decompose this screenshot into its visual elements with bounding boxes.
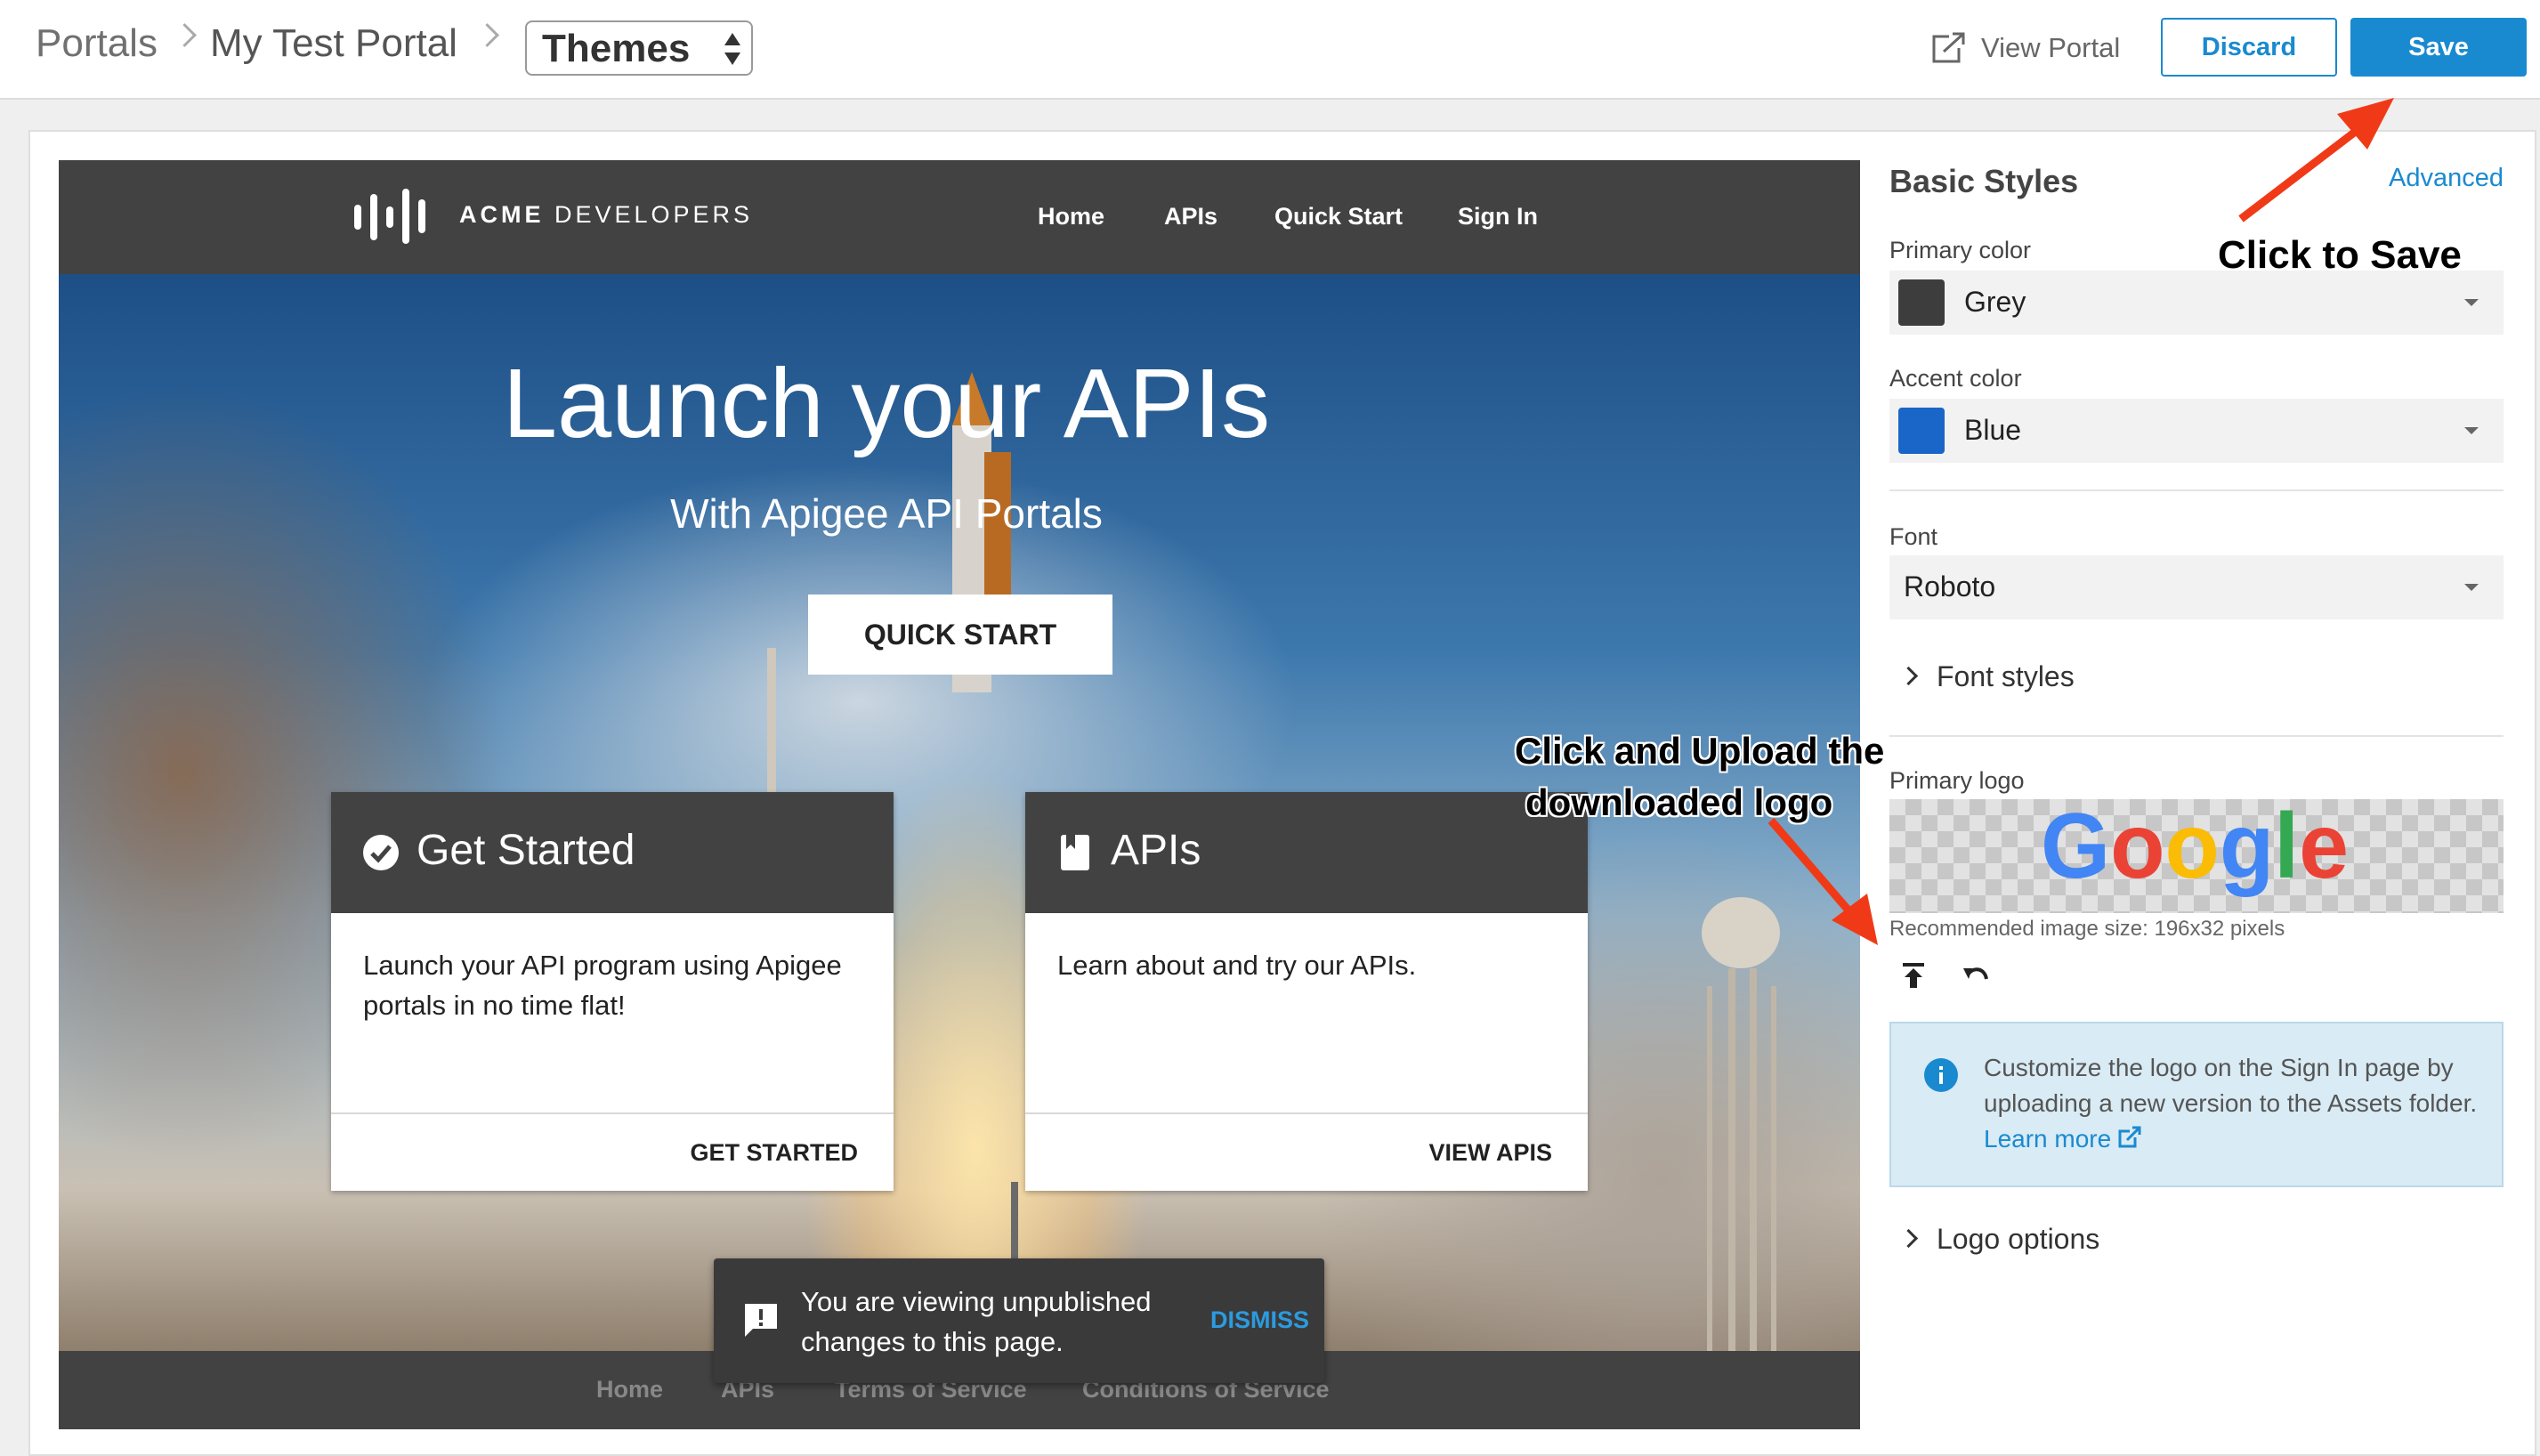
recommended-size-hint: Recommended image size: 196x32 pixels	[1889, 917, 2285, 941]
primary-color-value: Grey	[1964, 286, 2026, 318]
site-nav-apis[interactable]: APIs	[1164, 203, 1217, 231]
themes-select-value: Themes	[542, 27, 691, 70]
annotation-upload-line1: Click and Upload the	[1515, 730, 1885, 772]
font-value: Roboto	[1904, 570, 1996, 603]
accent-color-swatch	[1898, 408, 1945, 454]
divider	[1889, 489, 2504, 491]
card-apis: APIs Learn about and try our APIs. VIEW …	[1025, 792, 1588, 1191]
external-link-icon	[1932, 32, 1965, 63]
primary-logo-preview[interactable]: Google	[1889, 799, 2504, 913]
card-footer: GET STARTED	[331, 1112, 894, 1193]
top-bar: Portals My Test Portal Themes View Porta…	[0, 0, 2540, 100]
site-header: ACME DEVELOPERS Home APIs Quick Start Si…	[59, 160, 1860, 274]
card-get-started: Get Started Launch your API program usin…	[331, 792, 894, 1191]
undo-icon[interactable]	[1958, 958, 1994, 993]
toast-message: You are viewing unpublished changes to t…	[801, 1286, 1152, 1357]
quick-start-button[interactable]: QUICK START	[808, 595, 1112, 675]
divider	[1889, 735, 2504, 737]
save-button[interactable]: Save	[2350, 18, 2527, 77]
footer-link-home[interactable]: Home	[596, 1376, 663, 1403]
acme-logo-icon[interactable]	[352, 187, 438, 246]
view-portal-label: View Portal	[1981, 32, 2121, 63]
external-link-icon	[2118, 1126, 2141, 1148]
get-started-link[interactable]: GET STARTED	[691, 1139, 859, 1167]
book-icon	[1061, 835, 1089, 870]
card-title: APIs	[1111, 827, 1201, 874]
chevron-down-icon	[2464, 427, 2479, 434]
primary-color-select[interactable]: Grey	[1889, 271, 2504, 335]
card-header: APIs	[1025, 792, 1588, 913]
site-nav-sign-in[interactable]: Sign In	[1458, 203, 1538, 231]
advanced-link[interactable]: Advanced	[2389, 164, 2504, 193]
card-body: Learn about and try our APIs.	[1057, 950, 1417, 981]
annotation-click-to-save: Click to Save	[2218, 233, 2462, 277]
card-header: Get Started	[331, 792, 894, 913]
breadcrumb-separator	[173, 23, 197, 47]
logo-info-box: Customize the logo on the Sign In page b…	[1889, 1022, 2504, 1187]
google-logo-image: Google	[2041, 801, 2349, 898]
font-label: Font	[1889, 523, 1938, 550]
check-circle-icon	[363, 835, 399, 870]
annotation-upload-line2: downloaded logo	[1525, 781, 1833, 823]
primary-color-label: Primary color	[1889, 237, 2032, 263]
primary-logo-label: Primary logo	[1889, 767, 2025, 794]
chevron-down-icon	[2464, 299, 2479, 306]
accent-color-select[interactable]: Blue	[1889, 399, 2504, 463]
info-icon	[1924, 1058, 1958, 1092]
card-body: Launch your API program using Apigee por…	[363, 950, 842, 1021]
font-select[interactable]: Roboto	[1889, 555, 2504, 619]
unpublished-changes-toast: You are viewing unpublished changes to t…	[714, 1258, 1324, 1383]
hero-subtitle: With Apigee API Portals	[670, 490, 1103, 537]
breadcrumb-separator	[475, 23, 499, 47]
svg-text:Google: Google	[2041, 801, 2349, 898]
site-nav-quick-start[interactable]: Quick Start	[1274, 203, 1403, 231]
feedback-icon	[745, 1304, 777, 1337]
card-footer: VIEW APIS	[1025, 1112, 1588, 1193]
dismiss-button[interactable]: DISMISS	[1210, 1306, 1309, 1334]
view-apis-link[interactable]: VIEW APIS	[1428, 1139, 1552, 1167]
site-brand-name: ACME DEVELOPERS	[459, 201, 754, 228]
breadcrumb-portals[interactable]: Portals	[36, 21, 158, 66]
logo-options-expander[interactable]: Logo options	[1898, 1223, 2099, 1256]
primary-color-swatch	[1898, 279, 1945, 326]
chevron-right-icon	[1898, 1228, 1919, 1249]
learn-more-link[interactable]: Learn more	[1984, 1125, 2111, 1153]
hero-title: Launch your APIs	[502, 349, 1271, 458]
chevron-right-icon	[1898, 666, 1919, 686]
select-arrows-icon	[724, 33, 740, 65]
accent-color-value: Blue	[1964, 414, 2022, 446]
discard-button[interactable]: Discard	[2161, 18, 2337, 77]
upload-icon[interactable]	[1896, 958, 1931, 993]
panel-title: Basic Styles	[1889, 163, 2079, 199]
chevron-down-icon	[2464, 584, 2479, 591]
card-title: Get Started	[417, 827, 635, 874]
accent-color-label: Accent color	[1889, 365, 2022, 392]
site-nav-home[interactable]: Home	[1038, 203, 1104, 231]
breadcrumb-my-test-portal[interactable]: My Test Portal	[210, 21, 457, 66]
info-text: Customize the logo on the Sign In page b…	[1984, 1054, 2478, 1153]
font-styles-expander[interactable]: Font styles	[1898, 660, 2075, 693]
themes-select[interactable]: Themes	[525, 20, 753, 76]
